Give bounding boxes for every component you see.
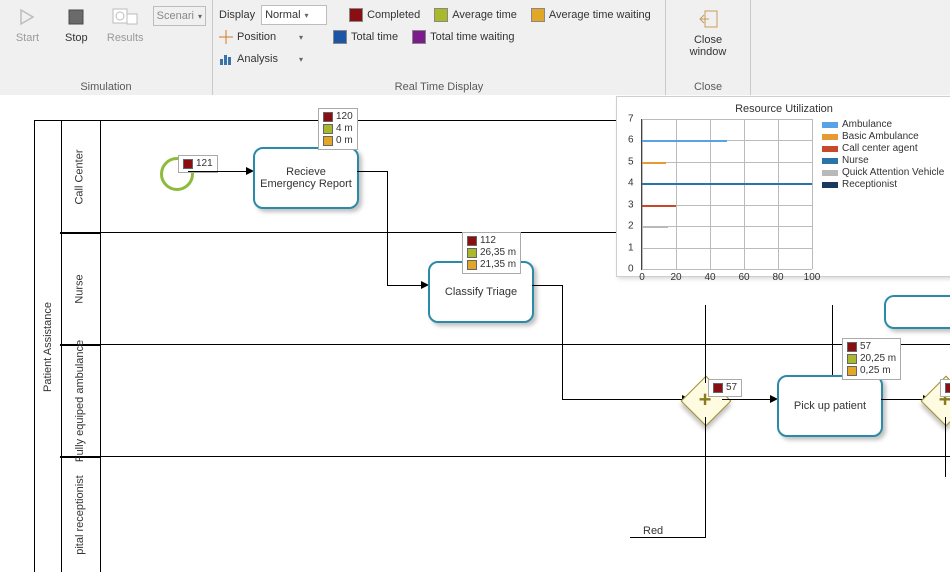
- flow-label-red: Red: [643, 525, 663, 537]
- display-dropdown[interactable]: Normal▾: [261, 5, 327, 25]
- badge-gw2: 5: [940, 379, 950, 397]
- stop-icon: [63, 4, 89, 30]
- close-window-button[interactable]: Close window: [678, 4, 738, 60]
- chart-title: Resource Utilization: [623, 103, 945, 115]
- crosshair-icon: [219, 30, 233, 44]
- resource-utilization-chart: Resource Utilization 0123456702040608010…: [616, 96, 950, 277]
- close-window-icon: [695, 6, 721, 32]
- ribbon: Start Stop Results Scenari▾ Simulation D…: [0, 0, 950, 96]
- task-offscreen[interactable]: [884, 295, 950, 329]
- swatch-icon: [349, 8, 363, 22]
- chart-legend: AmbulanceBasic AmbulanceCall center agen…: [822, 119, 944, 270]
- analysis-tool[interactable]: Analysis: [219, 52, 293, 66]
- stop-button[interactable]: Stop: [55, 2, 98, 46]
- position-tool[interactable]: Position: [219, 30, 293, 44]
- legend-total-time: Total time: [333, 30, 398, 44]
- legend-avg-time-waiting: Average time waiting: [531, 8, 651, 22]
- pool-title: Patient Assistance: [34, 120, 62, 572]
- panel-simulation: Start Stop Results Scenari▾ Simulation: [0, 0, 213, 95]
- scenarios-dropdown[interactable]: Scenari▾: [153, 6, 206, 26]
- badge-receive: 120 4 m 0 m: [318, 108, 358, 150]
- chevron-down-icon: ▾: [299, 33, 303, 42]
- task-receive-report[interactable]: Recieve Emergency Report: [253, 147, 359, 209]
- task-pickup-patient[interactable]: Pick up patient: [777, 375, 883, 437]
- legend-total-time-waiting: Total time waiting: [412, 30, 514, 44]
- diagram-canvas[interactable]: Patient Assistance Call Center Nurse Ful…: [0, 95, 950, 572]
- swatch-icon: [333, 30, 347, 44]
- panel-close: Close window Close: [666, 0, 751, 95]
- swatch-icon: [531, 8, 545, 22]
- chevron-down-icon: ▾: [198, 12, 202, 21]
- play-icon: [14, 4, 40, 30]
- legend-avg-time: Average time: [434, 8, 517, 22]
- panel-realtime: Display Normal▾ Completed Average time A…: [213, 0, 666, 95]
- legend-completed: Completed: [349, 8, 420, 22]
- start-button[interactable]: Start: [6, 2, 49, 46]
- swatch-icon: [412, 30, 426, 44]
- panel-title-close: Close: [694, 81, 722, 93]
- panel-title-realtime: Real Time Display: [219, 81, 659, 93]
- badge-classify: 112 26,35 m 21,35 m: [462, 232, 521, 274]
- lane-call-center: Call Center: [60, 120, 101, 234]
- swatch-icon: [434, 8, 448, 22]
- barchart-icon: [219, 52, 233, 66]
- badge-pickup: 57 20,25 m 0,25 m: [842, 338, 901, 380]
- chevron-down-icon: ▾: [299, 55, 303, 64]
- display-label: Display: [219, 9, 255, 21]
- badge-gw1: 57: [708, 379, 742, 397]
- results-button[interactable]: Results: [104, 2, 147, 46]
- panel-title-simulation: Simulation: [6, 81, 206, 93]
- lane-nurse: Nurse: [60, 232, 101, 346]
- chevron-down-icon: ▾: [305, 11, 309, 20]
- results-icon: [112, 4, 138, 30]
- lane-receptionist: pital receptionist: [60, 456, 101, 572]
- chart-plot: 01234567020406080100: [641, 119, 812, 270]
- lane-ambulance: Fully equiped ambulance: [60, 344, 101, 458]
